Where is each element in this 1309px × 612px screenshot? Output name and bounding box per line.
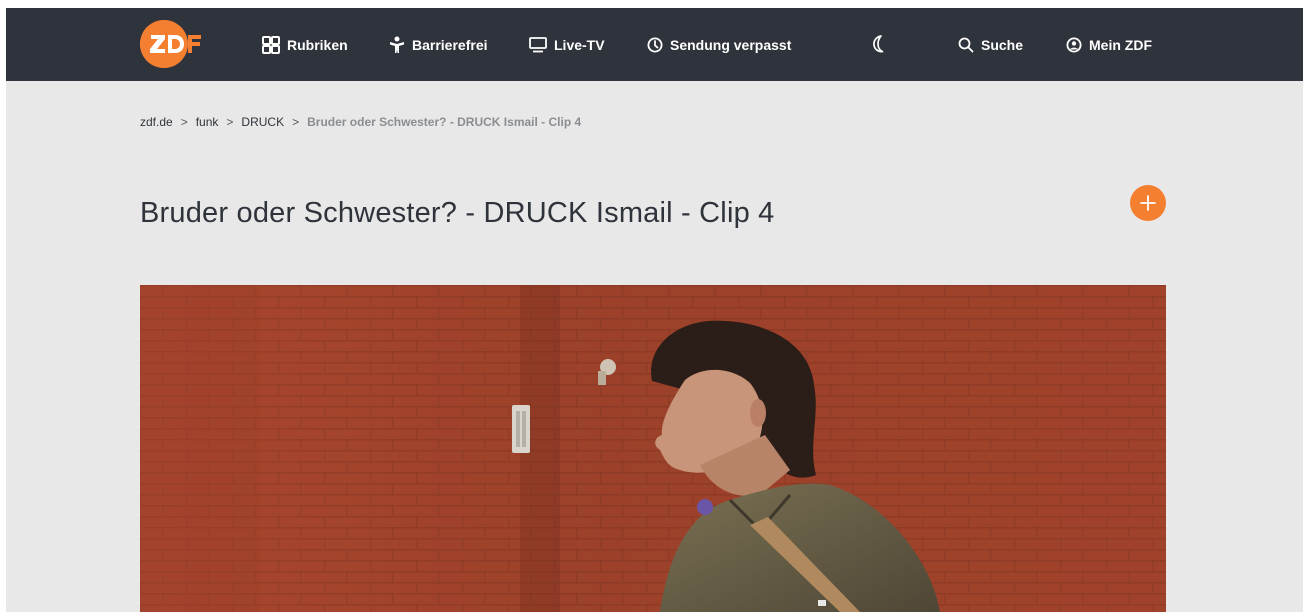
breadcrumb: zdf.de > funk > DRUCK > Bruder oder Schw… [140, 114, 581, 130]
breadcrumb-separator-icon: > [292, 115, 300, 129]
nav-barrierefrei-label: Barrierefrei [412, 37, 488, 53]
zdf-logo[interactable] [140, 20, 220, 68]
breadcrumb-item-funk[interactable]: funk [196, 115, 219, 129]
nav-sendung-verpasst[interactable]: Sendung verpasst [647, 35, 791, 55]
video-thumbnail [140, 285, 1166, 612]
breadcrumb-separator-icon: > [226, 115, 234, 129]
grid-icon [262, 36, 280, 54]
nav-sendung-verpasst-label: Sendung verpasst [670, 37, 792, 53]
accessibility-icon [390, 36, 404, 53]
search-icon [958, 37, 974, 53]
moon-icon[interactable] [868, 33, 890, 55]
plus-icon [1140, 195, 1156, 211]
breadcrumb-separator-icon: > [180, 115, 188, 129]
clock-icon [647, 37, 663, 53]
nav-mein-zdf[interactable]: Mein ZDF [1066, 35, 1152, 55]
tv-icon [529, 37, 547, 53]
nav-barrierefrei[interactable]: Barrierefrei [389, 35, 488, 55]
breadcrumb-item-druck[interactable]: DRUCK [241, 115, 284, 129]
nav-rubriken[interactable]: Rubriken [262, 35, 348, 55]
nav-rubriken-label: Rubriken [287, 37, 348, 53]
page-title: Bruder oder Schwester? - DRUCK Ismail - … [140, 197, 775, 229]
top-navigation-bar: Rubriken Barrierefrei Live-TV Sendung ve… [6, 8, 1303, 81]
breadcrumb-current: Bruder oder Schwester? - DRUCK Ismail - … [307, 115, 582, 129]
nav-mein-zdf-label: Mein ZDF [1089, 37, 1152, 53]
user-icon [1066, 37, 1082, 53]
nav-suche-label: Suche [981, 37, 1024, 53]
browser-viewport: Rubriken Barrierefrei Live-TV Sendung ve… [6, 8, 1303, 612]
nav-suche[interactable]: Suche [958, 35, 1023, 55]
breadcrumb-item-zdf[interactable]: zdf.de [140, 115, 173, 129]
video-player[interactable] [140, 285, 1166, 612]
nav-live-tv-label: Live-TV [554, 37, 605, 53]
nav-live-tv[interactable]: Live-TV [529, 35, 605, 55]
add-to-list-button[interactable] [1130, 185, 1166, 221]
